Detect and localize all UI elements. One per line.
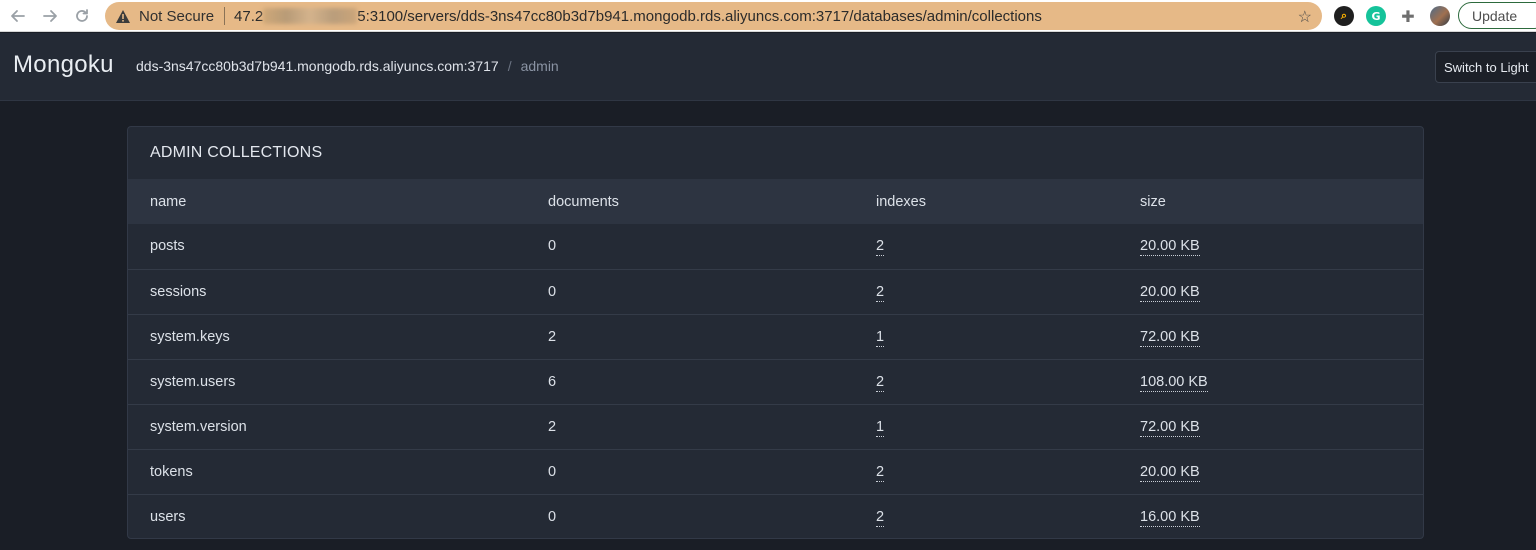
collection-name-link[interactable]: users (150, 509, 185, 525)
column-header-indexes: indexes (876, 193, 926, 210)
warning-icon[interactable] (115, 8, 131, 24)
table-row: system.version 2 1 72.00 KB (128, 404, 1423, 449)
collection-size[interactable]: 72.00 KB (1140, 328, 1200, 347)
table-row: posts 0 2 20.00 KB (128, 224, 1423, 269)
brand-logo[interactable]: Mongoku (13, 51, 114, 79)
breadcrumb-server[interactable]: dds-3ns47cc80b3d7b941.mongodb.rds.aliyun… (136, 58, 499, 74)
url-redacted-segment (263, 8, 358, 24)
indexes-count[interactable]: 2 (876, 373, 885, 392)
collections-panel: ADMIN COLLECTIONS name documents indexes… (127, 126, 1424, 539)
collection-size[interactable]: 20.00 KB (1140, 238, 1200, 257)
documents-count: 0 (548, 238, 557, 255)
table-header-row: name documents indexes size (128, 179, 1423, 224)
indexes-count[interactable]: 2 (876, 508, 885, 527)
reload-icon[interactable] (66, 0, 98, 32)
collection-name-link[interactable]: system.version (150, 419, 247, 435)
breadcrumb-database: admin (520, 58, 559, 74)
column-header-documents: documents (548, 193, 619, 210)
table-row: system.users 6 2 108.00 KB (128, 359, 1423, 404)
documents-count: 0 (548, 463, 557, 480)
app-navbar: Mongoku dds-3ns47cc80b3d7b941.mongodb.rd… (0, 33, 1536, 101)
collection-size[interactable]: 108.00 KB (1140, 373, 1208, 392)
table-row: system.keys 2 1 72.00 KB (128, 314, 1423, 359)
documents-count: 0 (548, 283, 557, 300)
collection-size[interactable]: 72.00 KB (1140, 418, 1200, 437)
documents-count: 2 (548, 418, 557, 435)
update-button[interactable]: Update (1458, 2, 1536, 29)
collection-size[interactable]: 20.00 KB (1140, 283, 1200, 302)
address-bar[interactable]: Not Secure 47.2 5:3100/servers/dds-3ns47… (105, 2, 1322, 30)
bookmark-star-icon[interactable]: ☆ (1298, 7, 1312, 27)
table-row: users 0 2 16.00 KB (128, 494, 1423, 538)
browser-toolbar: Not Secure 47.2 5:3100/servers/dds-3ns47… (0, 0, 1536, 32)
indexes-count[interactable]: 1 (876, 328, 885, 347)
indexes-count[interactable]: 2 (876, 238, 885, 257)
collection-name-link[interactable]: sessions (150, 284, 206, 300)
extensions-puzzle-icon[interactable]: ✚ (1398, 6, 1418, 26)
table-row: tokens 0 2 20.00 KB (128, 449, 1423, 494)
collection-name-link[interactable]: posts (150, 238, 185, 254)
collection-name-link[interactable]: tokens (150, 464, 193, 480)
omnibox-divider (224, 7, 226, 25)
collection-size[interactable]: 16.00 KB (1140, 508, 1200, 527)
profile-avatar-icon[interactable] (1430, 6, 1450, 26)
column-header-size: size (1140, 193, 1166, 210)
documents-count: 6 (548, 373, 557, 390)
search-extension-icon[interactable]: ⌕ (1334, 6, 1354, 26)
theme-toggle-button[interactable]: Switch to Light (1435, 51, 1536, 83)
documents-count: 0 (548, 508, 557, 525)
forward-arrow-icon[interactable] (34, 0, 66, 32)
url-text[interactable]: 5:3100/servers/dds-3ns47cc80b3d7b941.mon… (357, 8, 1042, 25)
back-arrow-icon[interactable] (2, 0, 34, 32)
indexes-count[interactable]: 2 (876, 463, 885, 482)
collection-name-link[interactable]: system.users (150, 374, 235, 390)
collection-size[interactable]: 20.00 KB (1140, 463, 1200, 482)
documents-count: 2 (548, 328, 557, 345)
url-prefix[interactable]: 47.2 (234, 8, 263, 25)
security-label[interactable]: Not Secure (139, 8, 214, 25)
collections-table: name documents indexes size posts 0 2 20… (128, 179, 1423, 538)
indexes-count[interactable]: 2 (876, 283, 885, 302)
grammarly-icon[interactable]: G (1366, 6, 1386, 26)
indexes-count[interactable]: 1 (876, 418, 885, 437)
collection-name-link[interactable]: system.keys (150, 329, 230, 345)
breadcrumb-separator: / (507, 58, 512, 74)
breadcrumb: dds-3ns47cc80b3d7b941.mongodb.rds.aliyun… (136, 58, 559, 74)
panel-title: ADMIN COLLECTIONS (150, 144, 323, 161)
table-row: sessions 0 2 20.00 KB (128, 269, 1423, 314)
column-header-name: name (150, 193, 187, 210)
